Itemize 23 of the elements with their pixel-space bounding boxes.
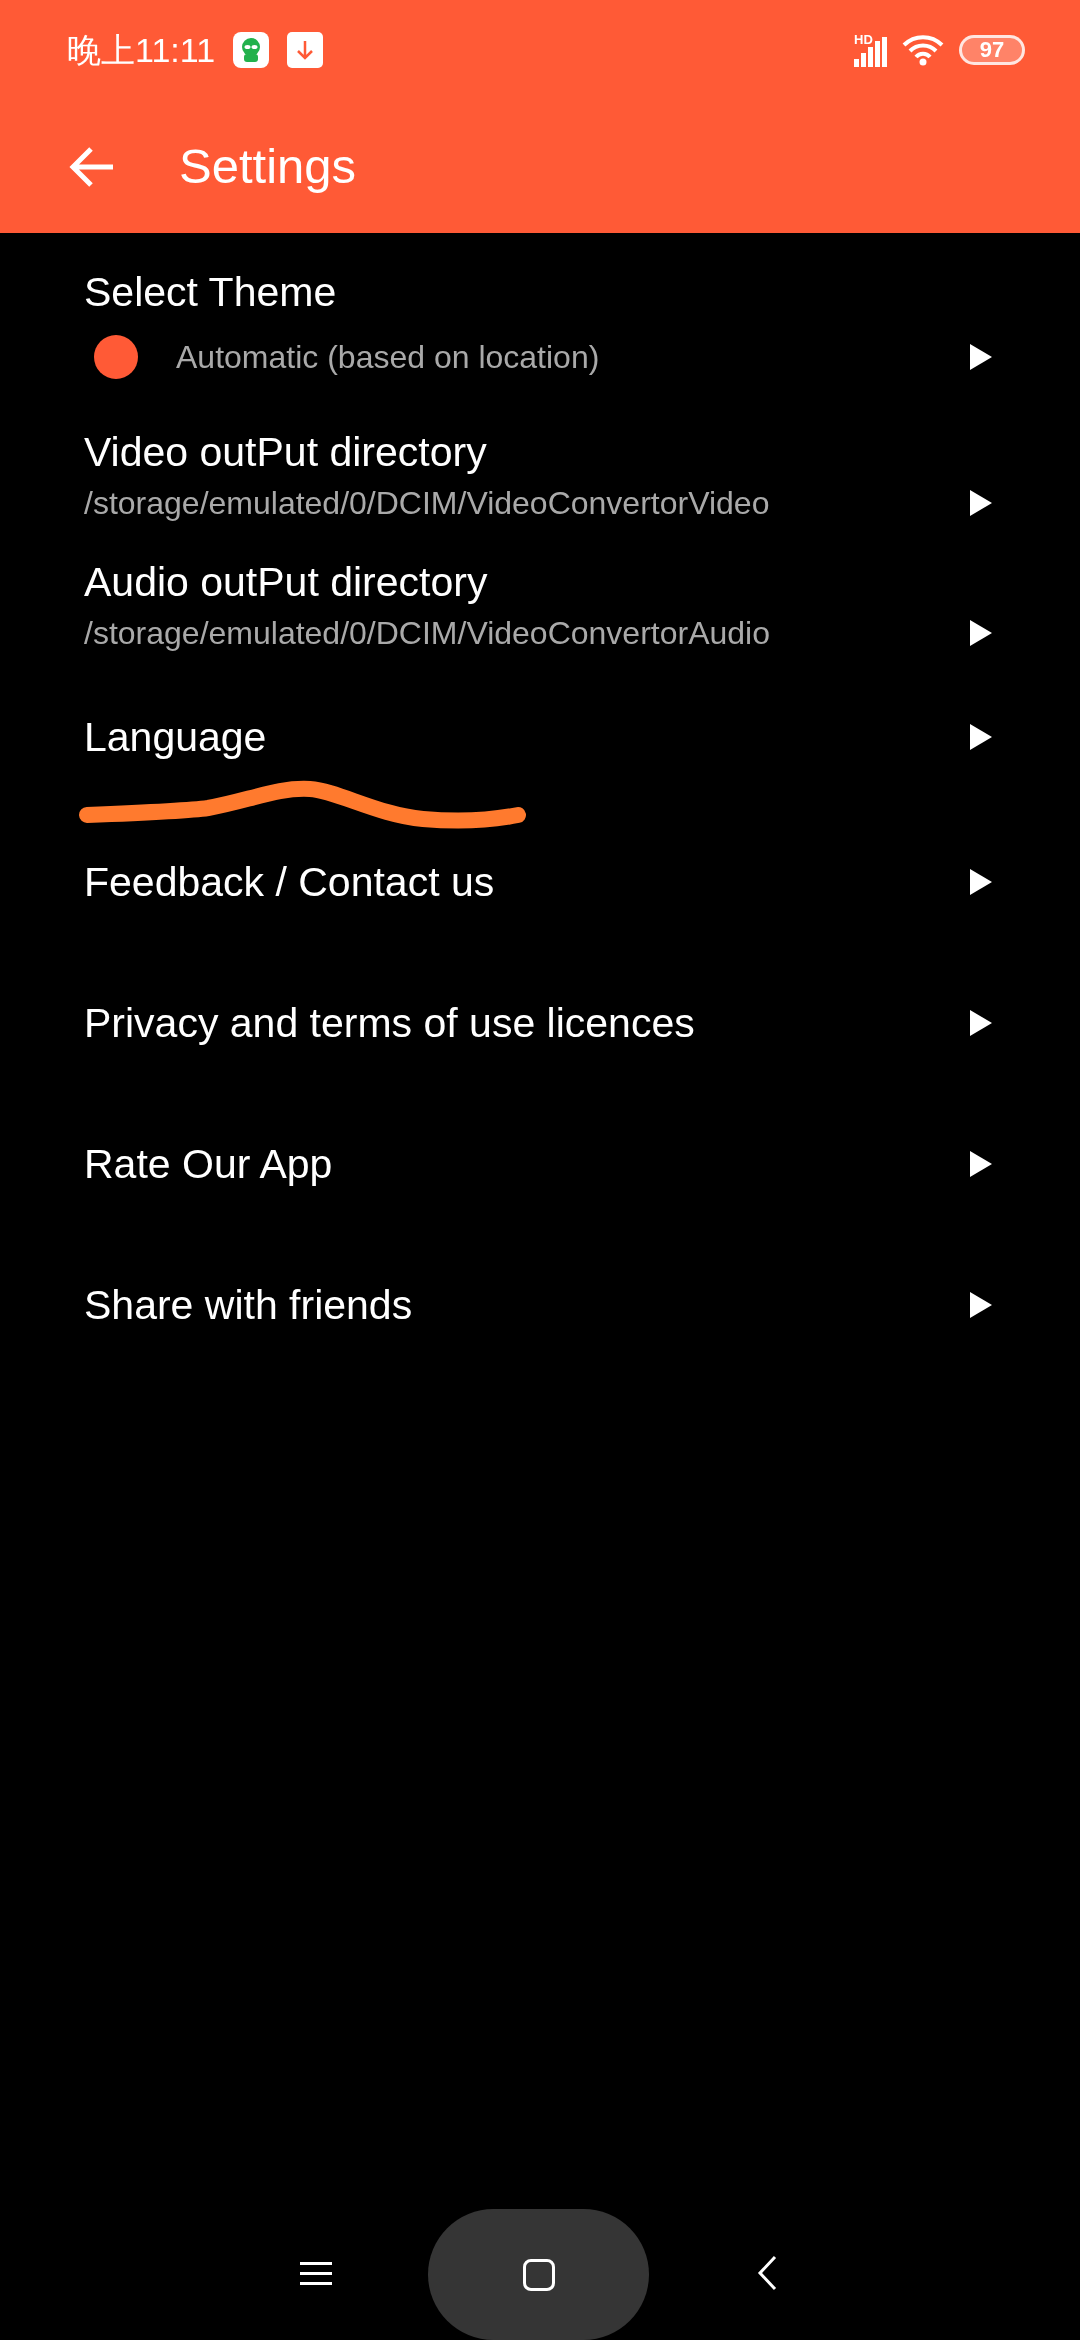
status-time: 晚上11:11 [67, 29, 216, 71]
arrow-icon [970, 724, 992, 750]
arrow-icon [970, 344, 992, 370]
settings-item[interactable]: Video outPut directory /storage/emulated/0/DCIM/VideoConvertorVideo [0, 403, 1080, 533]
arrow-icon [970, 1291, 992, 1318]
download-icon [287, 32, 324, 68]
back-nav-button[interactable] [756, 2254, 778, 2292]
settings-item[interactable]: Select Theme Automatic (based on location) [0, 233, 1080, 403]
arrow-icon [970, 1009, 992, 1036]
arrow-icon [970, 868, 992, 895]
settings-item[interactable]: Rate Our App [0, 1093, 1080, 1234]
settings-item[interactable]: Audio outPut directory /storage/emulated/0/DCIM/VideoConvertorAudio [0, 533, 1080, 663]
battery-icon: 97 [959, 35, 1025, 65]
settings-item[interactable]: Share with friends [0, 1234, 1080, 1375]
page-title: Settings [179, 137, 357, 195]
arrow-icon [970, 620, 992, 646]
settings-item[interactable]: Feedback / Contact us [0, 811, 1080, 952]
app-notification-icon [233, 32, 270, 68]
wifi-icon [901, 33, 945, 67]
settings-item[interactable]: Language [0, 663, 1080, 811]
settings-item[interactable]: Privacy and terms of use licences [0, 952, 1080, 1093]
arrow-icon [970, 1150, 992, 1177]
arrow-icon [970, 490, 992, 516]
